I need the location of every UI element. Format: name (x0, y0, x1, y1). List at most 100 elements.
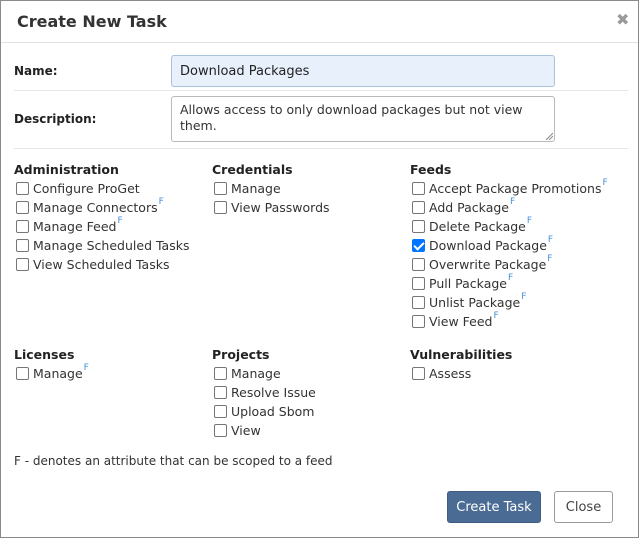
permission-checkbox[interactable] (16, 258, 29, 271)
permission-checkbox[interactable] (214, 386, 227, 399)
permission-checkbox[interactable] (412, 239, 425, 252)
permission-label: Upload Sbom (231, 404, 315, 419)
feed-scope-marker: F (602, 178, 608, 188)
feed-scope-marker: F (158, 197, 164, 207)
permission-credentials-0[interactable]: Manage (212, 179, 412, 198)
permission-feeds-7[interactable]: View Feed F (410, 311, 630, 331)
create-task-button[interactable]: Create Task (447, 491, 541, 523)
description-label: Description: (14, 112, 97, 126)
permission-feeds-2[interactable]: Delete Package F (410, 216, 630, 236)
permission-label: Manage (231, 366, 281, 381)
feed-scope-marker: F (510, 197, 516, 207)
permission-checkbox[interactable] (412, 296, 425, 309)
feed-scope-marker: F (547, 235, 554, 245)
group-title: Licenses (14, 347, 75, 362)
permission-list: Configure ProGet Manage Connectors F Manage… (14, 179, 214, 274)
permission-label: Configure ProGet (33, 181, 140, 196)
permission-feeds-0[interactable]: Accept Package Promotions F (410, 178, 630, 198)
feed-scope-marker: F (507, 273, 514, 283)
permission-checkbox[interactable] (214, 367, 227, 380)
permission-projects-2[interactable]: Upload Sbom (212, 402, 412, 421)
feed-scope-marker: F (521, 292, 527, 302)
permission-label: Manage Scheduled Tasks (33, 238, 190, 253)
group-credentials: Credentials Manage View Passwords (212, 160, 412, 217)
permission-label: Manage Connectors (33, 200, 158, 215)
permission-feeds-6[interactable]: Unlist Package F (410, 292, 630, 312)
permission-administration-3[interactable]: Manage Scheduled Tasks (14, 236, 214, 255)
group-title: Vulnerabilities (410, 347, 513, 362)
permission-credentials-1[interactable]: View Passwords (212, 198, 412, 217)
permission-label: Unlist Package (429, 295, 521, 310)
group-title: Credentials (212, 162, 293, 177)
permission-list: Manage Resolve Issue Upload Sbom View (212, 364, 412, 440)
permission-label: Download Package (429, 238, 547, 253)
permission-feeds-5[interactable]: Pull Package F (410, 273, 630, 293)
permission-checkbox[interactable] (16, 367, 29, 380)
permission-projects-0[interactable]: Manage (212, 364, 412, 383)
permission-checkbox[interactable] (412, 201, 425, 214)
permission-checkbox[interactable] (214, 201, 227, 214)
resize-grip-icon[interactable] (545, 132, 553, 140)
permission-checkbox[interactable] (412, 182, 425, 195)
permission-label: Assess (429, 366, 472, 381)
permission-checkbox[interactable] (214, 424, 227, 437)
permission-label: View Scheduled Tasks (33, 257, 170, 272)
permission-checkbox[interactable] (412, 315, 425, 328)
group-projects: Projects Manage Resolve Issue Upload Sbom V… (212, 345, 412, 440)
permission-checkbox[interactable] (412, 258, 425, 271)
permission-label: Delete Package (429, 219, 526, 234)
feed-scope-marker: F (493, 311, 499, 321)
permission-projects-1[interactable]: Resolve Issue (212, 383, 412, 402)
permission-label: Manage (33, 366, 83, 381)
permission-list: Manage F (14, 363, 214, 383)
permission-checkbox[interactable] (16, 201, 29, 214)
permission-administration-4[interactable]: View Scheduled Tasks (14, 255, 214, 274)
dialog-title: Create New Task (17, 12, 167, 31)
permission-feeds-4[interactable]: Overwrite Package F (410, 254, 630, 274)
feed-scope-marker: F (547, 254, 553, 264)
permission-label: View Passwords (231, 200, 330, 215)
permission-administration-2[interactable]: Manage Feed F (14, 216, 214, 236)
feed-footnote: F - denotes an attribute that can be sco… (14, 454, 333, 468)
group-title: Feeds (410, 162, 452, 177)
permission-checkbox[interactable] (214, 182, 227, 195)
divider (14, 148, 628, 149)
divider (14, 90, 628, 91)
permission-label: View (231, 423, 261, 438)
dialog-header: Create New Task ✖ (1, 1, 638, 43)
permission-checkbox[interactable] (412, 220, 425, 233)
name-label: Name: (14, 64, 58, 78)
permission-feeds-1[interactable]: Add Package F (410, 197, 630, 217)
permission-label: View Feed (429, 314, 493, 329)
permission-feeds-3[interactable]: Download Package F (410, 235, 630, 255)
permission-vulnerabilities-0[interactable]: Assess (410, 364, 610, 383)
group-vulnerabilities: Vulnerabilities Assess (410, 345, 610, 383)
close-icon[interactable]: ✖ (616, 12, 629, 28)
name-input[interactable] (171, 55, 555, 87)
permission-list: Accept Package Promotions F Add Package F De… (410, 178, 630, 331)
group-title: Projects (212, 347, 270, 362)
permission-checkbox[interactable] (16, 182, 29, 195)
feed-scope-marker: F (83, 363, 89, 373)
permission-checkbox[interactable] (16, 239, 29, 252)
permission-administration-1[interactable]: Manage Connectors F (14, 197, 214, 217)
permission-list: Manage View Passwords (212, 179, 412, 217)
group-feeds: Feeds Accept Package Promotions F Add Pack… (410, 160, 630, 331)
permission-checkbox[interactable] (16, 220, 29, 233)
permission-label: Accept Package Promotions (429, 181, 602, 196)
group-administration: Administration Configure ProGet Manage Co… (14, 160, 214, 274)
description-input[interactable]: Allows access to only download packages … (171, 96, 555, 142)
permission-label: Pull Package (429, 276, 507, 291)
permission-checkbox[interactable] (214, 405, 227, 418)
permission-administration-0[interactable]: Configure ProGet (14, 179, 214, 198)
permission-list: Assess (410, 364, 610, 383)
permission-label: Manage (231, 181, 281, 196)
group-title: Administration (14, 162, 119, 177)
permission-projects-3[interactable]: View (212, 421, 412, 440)
feed-scope-marker: F (117, 216, 123, 226)
create-task-dialog: Create New Task ✖ Name: Description: All… (0, 0, 639, 538)
permission-licenses-0[interactable]: Manage F (14, 363, 214, 383)
permission-checkbox[interactable] (412, 367, 425, 380)
close-button[interactable]: Close (554, 491, 613, 523)
permission-checkbox[interactable] (412, 277, 425, 290)
